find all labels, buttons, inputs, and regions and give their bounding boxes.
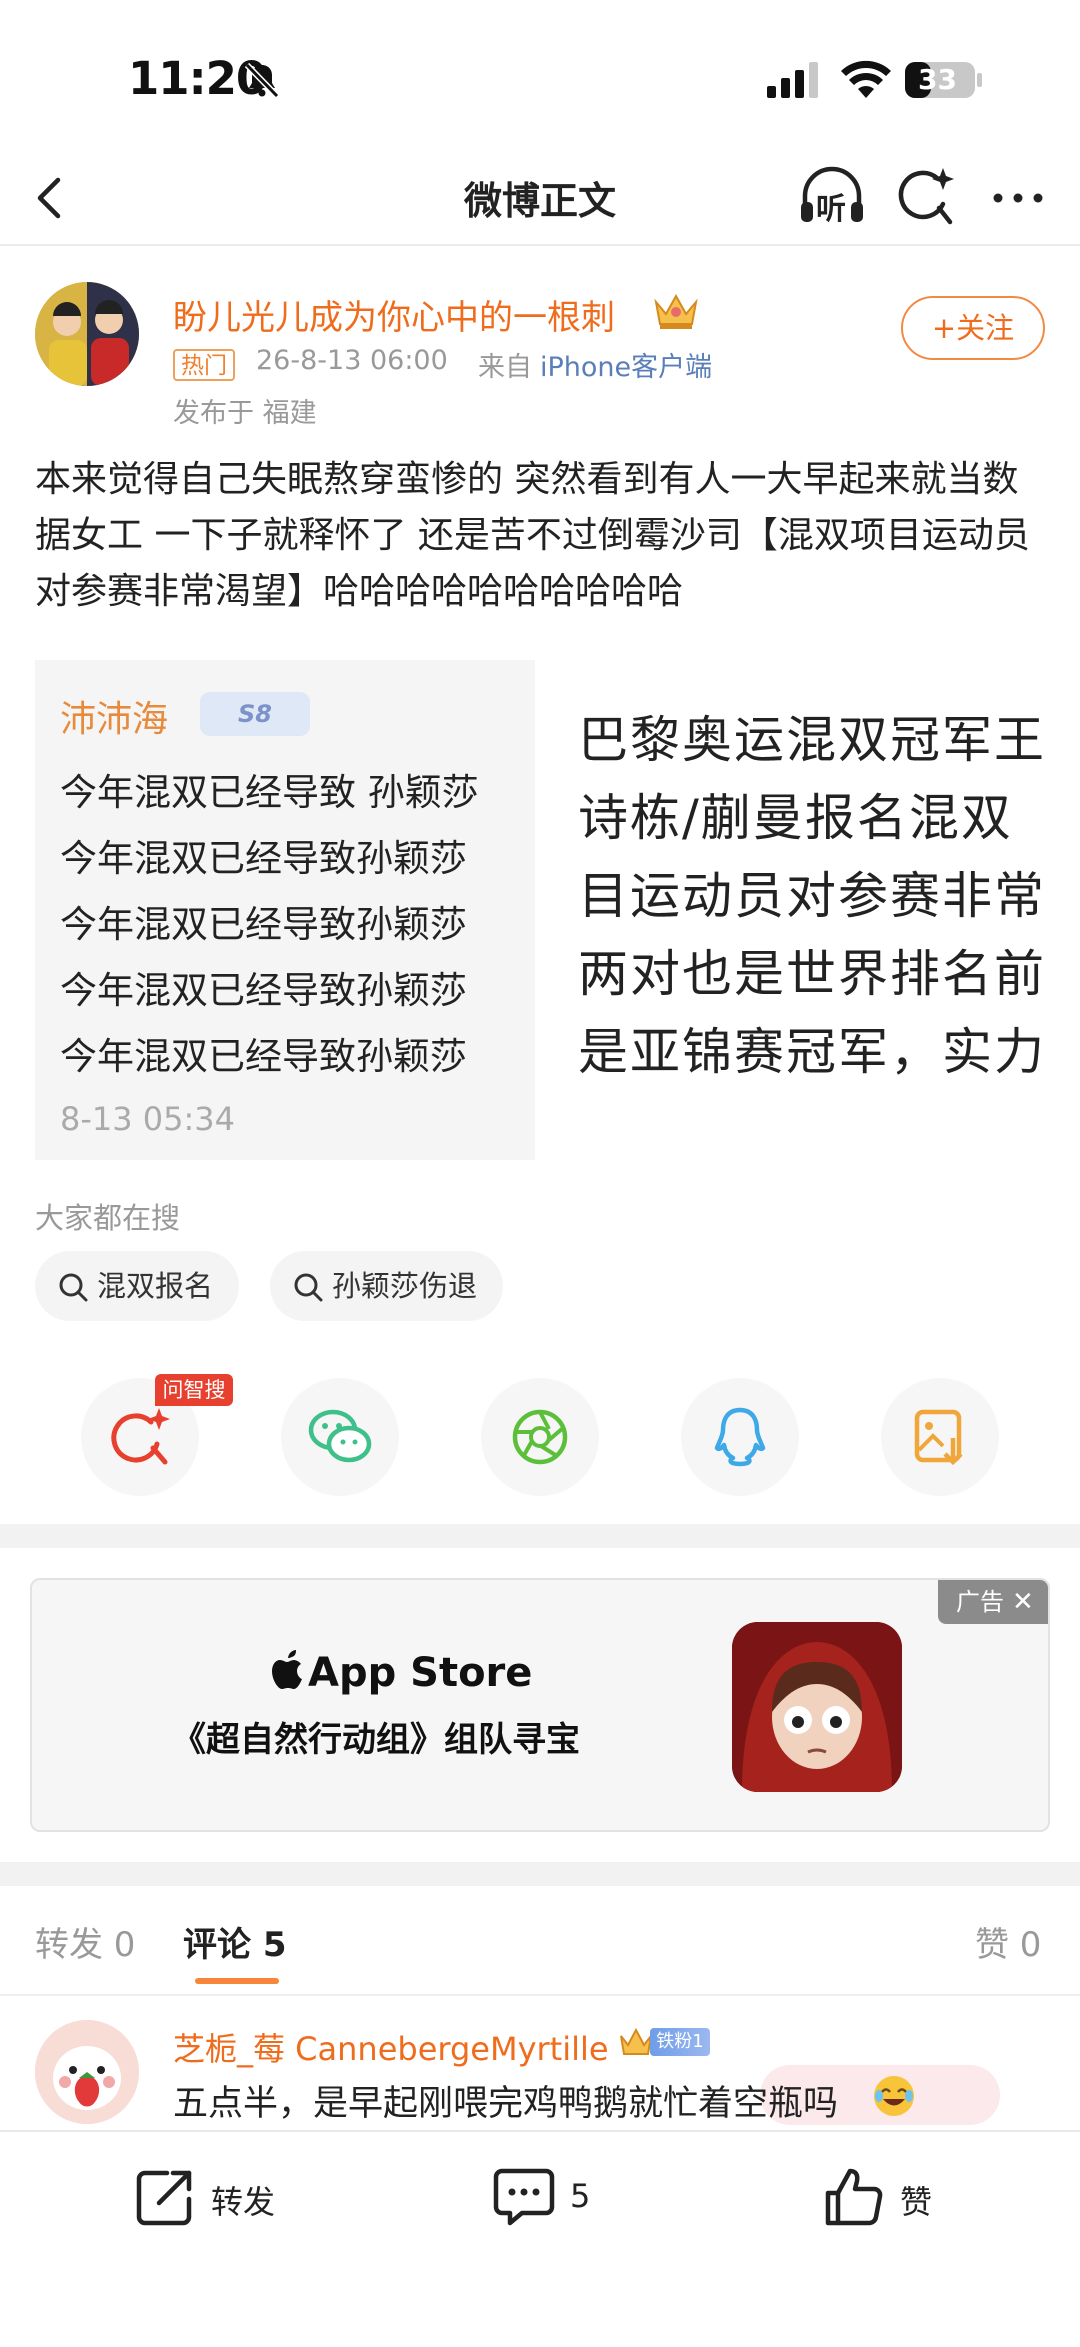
share-icon [136, 2170, 192, 2226]
signal-icon [767, 62, 818, 98]
apple-icon [272, 1650, 302, 1689]
comment-text: 五点半，是早起刚喂完鸡鸭鹅就忙着空瓶吗 [173, 2084, 839, 2124]
tab-active-indicator [195, 1978, 279, 1984]
listen-button[interactable]: 听 [797, 162, 867, 232]
image-text-line: 今年混双已经导致孙颖莎 [60, 837, 467, 880]
comment-icon [493, 2168, 555, 2226]
ai-search-icon[interactable] [893, 164, 955, 230]
save-image-icon [914, 1409, 963, 1466]
repost-label: 转发 [211, 2183, 276, 2221]
tab-comment[interactable]: 评论 5 [183, 1917, 287, 1966]
post-text: 本来觉得自己失眠熬穿蛮惨的 突然看到有人一大早起来就当数据女工 一下子就释怀了 … [35, 459, 1030, 612]
image-text-line: 巴黎奥运混双冠军王 [578, 711, 1045, 769]
moments-icon [512, 1409, 568, 1465]
share-qq-button[interactable] [681, 1378, 799, 1496]
ad-card[interactable]: App Store 《超自然行动组》组队寻宝 [30, 1578, 1050, 1832]
search-icon [59, 1273, 88, 1302]
save-image-button[interactable] [881, 1378, 999, 1496]
ad-brand-label: App Store [308, 1650, 533, 1696]
post-source[interactable]: iPhone客户端 [540, 345, 712, 384]
trending-chip[interactable]: 混双报名 [35, 1251, 240, 1321]
wechat-icon [308, 1409, 372, 1463]
post-source-prefix: 来自 [478, 352, 532, 383]
tab-repost[interactable]: 转发 0 [35, 1917, 135, 1966]
image-user-badge: S8 [200, 692, 310, 736]
laugh-cry-emoji-icon [874, 2076, 914, 2116]
more-icon[interactable] [988, 170, 1048, 226]
like-label: 赞 [900, 2183, 933, 2221]
trending-chip-label: 孙颖莎伤退 [332, 1269, 478, 1303]
share-moments-button[interactable] [481, 1378, 599, 1496]
commenter-name[interactable]: 芝栀_莓 CannebergeMyrtille [173, 2024, 609, 2070]
bottom-action-bar [0, 2130, 1080, 2347]
thumbs-up-icon [825, 2168, 883, 2226]
commenter-avatar[interactable] [35, 2020, 139, 2124]
image-text-line: 诗栋/蒯曼报名混双 [578, 789, 1013, 847]
ai-search-icon [111, 1408, 170, 1465]
hot-badge: 热门 [173, 349, 235, 381]
crown-icon [654, 293, 698, 329]
image-text-line: 今年混双已经导致 孙颖莎 [60, 771, 479, 814]
ad-title: 《超自然行动组》组队寻宝 [172, 1720, 580, 1760]
section-divider [0, 1524, 1080, 1548]
battery-indicator: 33 [904, 60, 984, 100]
close-icon[interactable]: ✕ [1012, 1580, 1034, 1624]
crown-icon [620, 2027, 652, 2055]
image-text-line: 目运动员对参赛非常 [578, 867, 1045, 925]
author-avatar[interactable] [35, 282, 139, 386]
follow-button[interactable]: +关注 [901, 296, 1045, 360]
image-text-line: 今年混双已经导致孙颖莎 [60, 903, 467, 946]
ad-brand: App Store [272, 1650, 532, 1696]
post-image-right[interactable]: 巴黎奥运混双冠军王 诗栋/蒯曼报名混双 目运动员对参赛非常 两对也是世界排名前 … [540, 660, 1045, 1160]
image-text-line: 今年混双已经导致孙颖莎 [60, 1035, 467, 1078]
post-image-left[interactable]: 沛沛海 S8 今年混双已经导致 孙颖莎 今年混双已经导致孙颖莎 今年混双已经导致… [35, 660, 535, 1160]
post-time: 26-8-13 06:00 [256, 345, 448, 376]
image-date: 8-13 05:34 [60, 1100, 236, 1138]
share-wechat-button[interactable] [281, 1378, 399, 1496]
tab-like[interactable]: 赞 0 [975, 1917, 1041, 1966]
search-icon [294, 1273, 323, 1302]
image-text-line: 今年混双已经导致孙颖莎 [60, 969, 467, 1012]
ai-search-tag: 问智搜 [155, 1374, 233, 1406]
qq-icon [714, 1407, 766, 1467]
avatar-image [35, 2020, 139, 2124]
comment-count: 5 [570, 2177, 591, 2215]
image-text-line: 两对也是世界排名前 [578, 945, 1045, 1003]
post-location: 发布于 福建 [173, 398, 317, 429]
status-bar: 11:20 33 [0, 0, 1080, 150]
author-name[interactable]: 盼儿光儿成为你心中的一根刺 [173, 290, 615, 339]
listen-label: 听 [816, 192, 846, 227]
battery-level: 33 [918, 63, 957, 96]
avatar-image [35, 282, 139, 386]
trending-chip-label: 混双报名 [97, 1269, 214, 1303]
ad-game-character-image [732, 1622, 902, 1792]
trending-chip[interactable]: 孙颖莎伤退 [270, 1251, 504, 1321]
bell-off-icon [244, 62, 280, 99]
fan-badge: 铁粉1 [650, 2028, 710, 2056]
nav-bar: 微博正文 听 [0, 150, 1080, 246]
wifi-icon [841, 60, 891, 98]
ad-tag[interactable]: 广告 ✕ [938, 1580, 1048, 1624]
image-text-line: 是亚锦赛冠军，实力 [578, 1023, 1045, 1081]
image-username: 沛沛海 [60, 699, 169, 740]
ad-tag-label: 广告 [956, 1588, 1004, 1616]
ad-image [732, 1622, 902, 1792]
tabs-divider [0, 1994, 1080, 1996]
section-divider [0, 1862, 1080, 1886]
trending-title: 大家都在搜 [35, 1201, 181, 1235]
